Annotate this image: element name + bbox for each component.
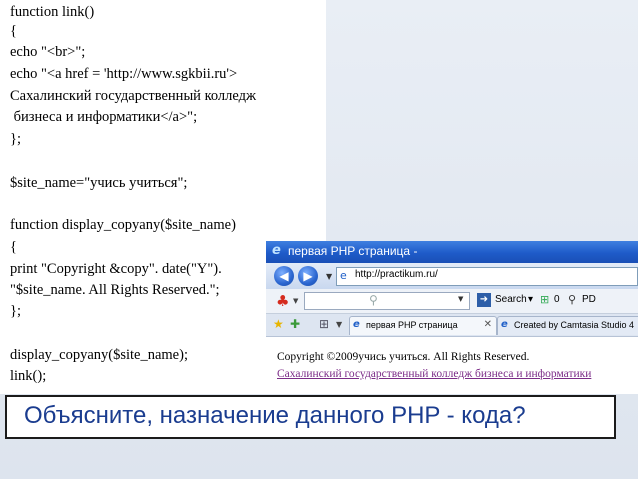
browser-titlebar: e первая PHP страница - [266,241,638,263]
chevron-down-icon[interactable]: ▼ [458,295,463,303]
add-favorite-icon[interactable]: ✚ [290,317,300,331]
search-icon[interactable]: ⚲ [568,293,576,306]
quick-tabs-icon[interactable]: ⊞ [319,317,329,331]
code-line: Сахалинский государственный колледж [10,88,257,104]
tab-bar: ★ ✚ ⊞ ▼ e первая PHP страница ✕ e Create… [266,314,638,337]
browser-window: e первая PHP страница - ◀ ▶ ▼ e http://p… [266,241,638,394]
toolbar-logo-icon[interactable]: ♣ [276,292,289,310]
close-icon[interactable]: ✕ [484,319,492,330]
tab-first-php-page[interactable]: e первая PHP страница ✕ [349,316,497,335]
address-bar[interactable]: e http://practikum.ru/ [336,267,638,286]
code-line: бизнеса и информатики</a>"; [10,109,198,125]
ie-logo-icon: e [272,243,281,258]
popup-count: 0 [554,294,560,305]
window-title: первая PHP страница - [288,244,418,258]
code-line: print "Copyright &copy". date("Y"). [10,261,222,277]
search-button[interactable]: Search [495,294,527,305]
code-line: { [10,23,17,39]
question-text: Объясните, назначение данного PHP - кода… [24,402,526,429]
chevron-down-icon[interactable]: ▾ [528,294,533,305]
pd-label[interactable]: PD [582,294,596,305]
popup-icon[interactable]: ⊞ [540,293,549,306]
code-line: echo "<br>"; [10,44,86,60]
search-icon: ⚲ [369,293,378,307]
code-line: $site_name="учись учиться"; [10,175,188,191]
code-line: echo "<a href = 'http://www.sgkbii.ru'> [10,66,238,82]
page-icon: e [340,269,347,282]
chevron-down-icon[interactable]: ▼ [326,272,332,281]
code-line: }; [10,131,21,147]
tab-label: первая PHP страница [366,320,458,330]
navigation-bar: ◀ ▶ ▼ e http://practikum.ru/ [266,263,638,289]
search-toolbar: ♣ ▼ ⚲ ▼ ➜ Search ▾ ⊞ 0 ⚲ PD [266,289,638,314]
code-line: { [10,239,17,255]
college-link[interactable]: Сахалинский государственный колледж бизн… [277,368,591,380]
code-line: function display_copyany($site_name) [10,217,236,233]
go-arrow-icon[interactable]: ➜ [477,293,491,307]
back-arrow-icon[interactable]: ◀ [274,266,294,286]
code-line: link(); [10,368,47,384]
question-box: Объясните, назначение данного PHP - кода… [5,395,616,439]
search-input[interactable]: ⚲ [304,292,470,310]
tab-label: Created by Camtasia Studio 4 [514,320,635,330]
code-line: }; [10,303,21,319]
page-content: Copyright ©2009учись учиться. All Rights… [266,337,638,394]
copyright-text: Copyright ©2009учись учиться. All Rights… [277,351,530,363]
ie-page-icon: e [501,319,508,330]
ie-page-icon: e [353,319,360,330]
code-line: "$site_name. All Rights Reserved."; [10,282,220,298]
forward-arrow-icon[interactable]: ▶ [298,266,318,286]
url-text: http://practikum.ru/ [355,269,438,280]
tab-camtasia[interactable]: e Created by Camtasia Studio 4 [497,316,638,335]
chevron-down-icon[interactable]: ▼ [293,297,298,305]
code-line: display_copyany($site_name); [10,347,188,363]
star-icon[interactable]: ★ [273,317,284,331]
code-line: function link() [10,4,95,20]
chevron-down-icon[interactable]: ▼ [336,320,342,329]
